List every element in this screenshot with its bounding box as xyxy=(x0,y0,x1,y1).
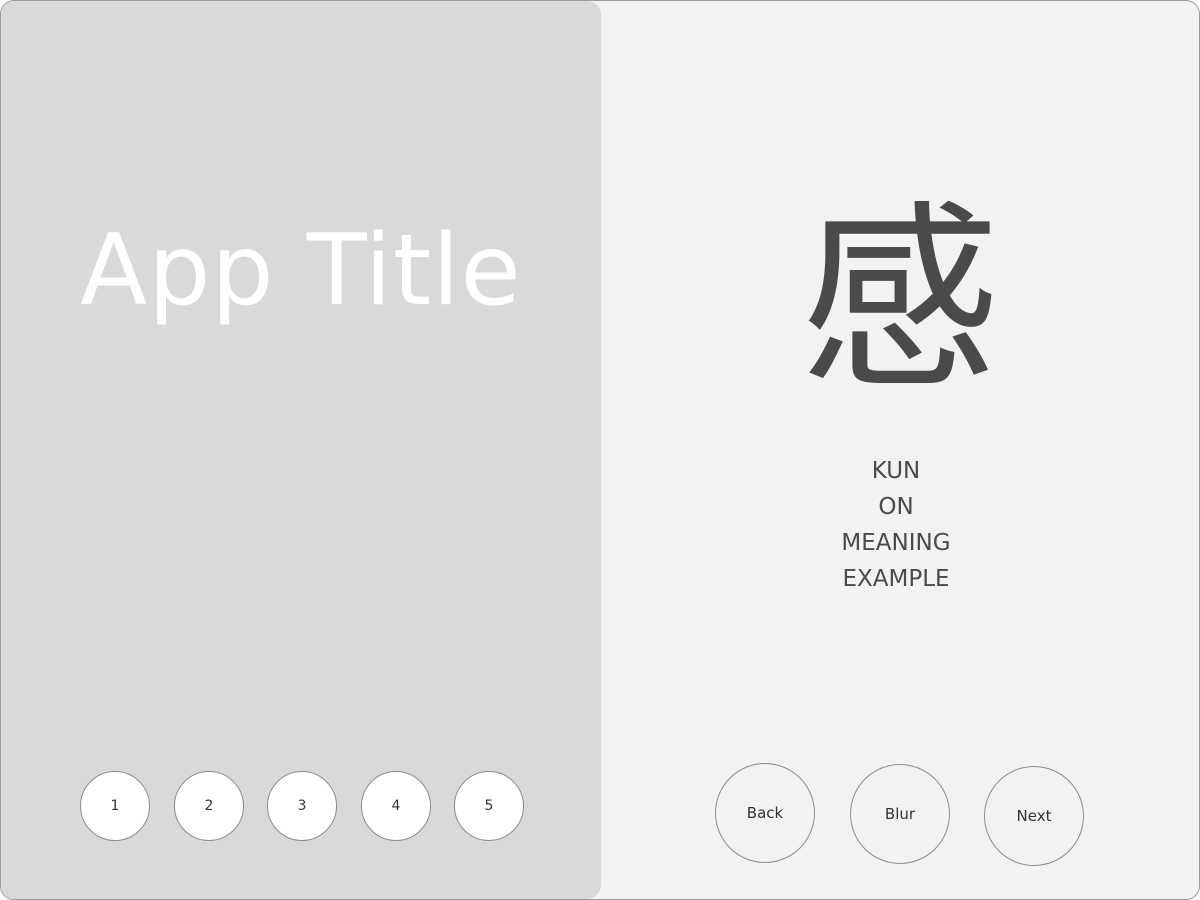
app-title: App Title xyxy=(80,214,522,328)
example-text: EXAMPLE xyxy=(842,566,950,592)
level-button-2[interactable]: 2 xyxy=(174,771,244,841)
next-button[interactable]: Next xyxy=(984,766,1084,866)
left-panel: App Title 1 2 3 4 5 xyxy=(1,1,601,899)
kanji-info: KUN ON MEANING EXAMPLE xyxy=(601,453,1191,597)
back-button[interactable]: Back xyxy=(715,763,815,863)
level-button-1[interactable]: 1 xyxy=(80,771,150,841)
kanji-character: 感 xyxy=(799,184,1000,417)
on-reading: ON xyxy=(878,494,914,520)
level-button-5[interactable]: 5 xyxy=(454,771,524,841)
level-button-4[interactable]: 4 xyxy=(361,771,431,841)
level-button-3[interactable]: 3 xyxy=(267,771,337,841)
app-window: App Title 1 2 3 4 5 感 KUN ON MEANING EXA… xyxy=(0,0,1200,900)
blur-button[interactable]: Blur xyxy=(850,764,950,864)
kun-reading: KUN xyxy=(871,458,921,484)
meaning-text: MEANING xyxy=(841,530,951,556)
